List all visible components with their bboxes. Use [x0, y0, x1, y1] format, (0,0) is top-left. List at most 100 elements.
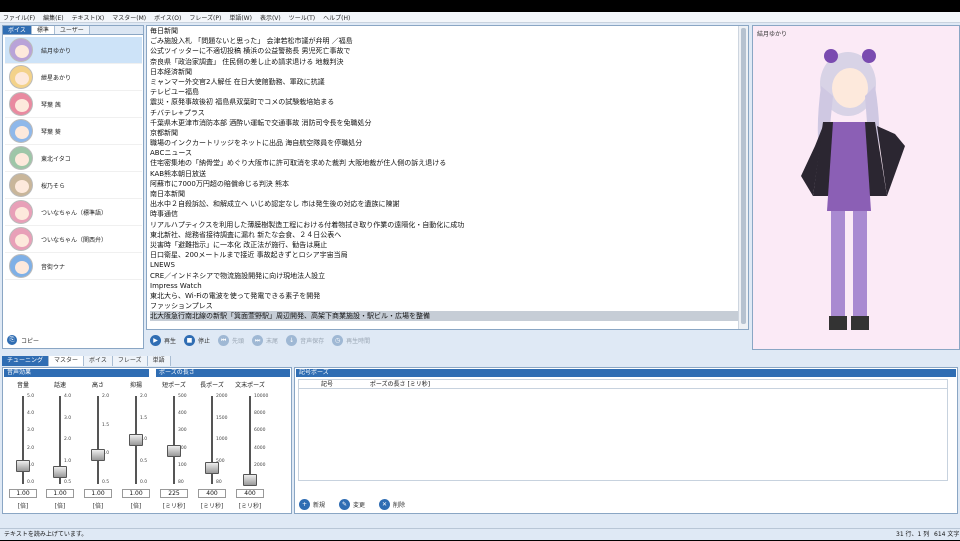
- slider-tick: 2000: [254, 462, 266, 468]
- character-item[interactable]: 東北イタコ: [5, 145, 142, 172]
- playback-toolbar: ▶ 再生 ■ 停止 ⏮ 先頭 ⏭ 末尾 ↓ 音声保存 ◷ 再生時間: [146, 331, 749, 349]
- slider-0[interactable]: 音量 5.0 4.0 3.0 2.0 1.0 0.0 1.00 [倍]: [5, 380, 41, 515]
- menu-item[interactable]: 単語(W): [229, 13, 252, 22]
- slider-knob[interactable]: [167, 444, 181, 457]
- tab-user[interactable]: ユーザー: [54, 26, 90, 34]
- slider-tick: 80: [216, 480, 222, 485]
- slider-knob[interactable]: [16, 460, 30, 473]
- slider-tick: 0.0: [27, 480, 35, 485]
- text-line: 公式ツイッターに不適切投稿 横浜の公益警務長 男児死亡事故で: [150, 47, 351, 56]
- slider-track[interactable]: [173, 396, 175, 484]
- slider-tick: 8000: [254, 411, 266, 417]
- col-pause-length: ポーズの長さ [ミリ秒]: [369, 381, 431, 388]
- slider-tick: 1.0: [64, 458, 72, 464]
- slider-value-input[interactable]: 1.00: [122, 489, 150, 498]
- menu-item[interactable]: ヘルプ(H): [323, 13, 350, 22]
- menu-item[interactable]: テキスト(X): [72, 13, 105, 22]
- voice-effect-header: 音声効果: [4, 369, 149, 377]
- slider-tick: 400: [178, 411, 187, 417]
- avatar: [9, 254, 33, 278]
- slider-knob[interactable]: [205, 462, 219, 475]
- slider-6[interactable]: 文末ポーズ1000080006000400020000400[ミリ秒]: [232, 380, 268, 515]
- go-start-button[interactable]: ⏮ 先頭: [218, 334, 244, 346]
- slider-label: 音量: [16, 382, 29, 389]
- character-item[interactable]: 琴葉 葵: [5, 118, 142, 145]
- slider-track[interactable]: [97, 396, 99, 484]
- character-item[interactable]: ついなちゃん（標準語）: [5, 199, 142, 226]
- save-audio-button[interactable]: ↓ 音声保存: [286, 334, 324, 346]
- editor-scrollbar[interactable]: [738, 26, 748, 329]
- text-line: 東北大ら、Wi-Fiの電波を使って発電できる素子を開発: [150, 291, 321, 300]
- slider-knob[interactable]: [53, 465, 67, 478]
- text-line: KAB熊本朝日放送: [150, 169, 207, 178]
- new-button[interactable]: + 新規: [299, 499, 325, 510]
- menu-item[interactable]: ボイス(O): [154, 13, 181, 22]
- text-line: 日本経済新聞: [150, 67, 192, 76]
- slider-tick: 2.0: [102, 394, 110, 399]
- delete-label: 削除: [393, 502, 406, 509]
- slider-tick: 80: [178, 480, 184, 485]
- slider-tick: 5.0: [27, 394, 35, 399]
- character-item[interactable]: 琴葉 茜: [5, 91, 142, 118]
- character-item[interactable]: 音街ウナ: [5, 253, 142, 280]
- slider-unit: [倍]: [130, 503, 142, 510]
- stop-label: 停止: [198, 337, 211, 345]
- stop-button[interactable]: ■ 停止: [184, 334, 211, 346]
- tuning-title: チューニング: [2, 356, 50, 366]
- menu-item[interactable]: ツール(T): [289, 13, 315, 22]
- slider-value-input[interactable]: 1.00: [84, 489, 112, 498]
- play-time-label: 再生時間: [346, 337, 371, 345]
- tuning-tabstrip: チューニング マスター ボイス フレーズ 単語: [2, 356, 171, 366]
- character-item[interactable]: 紲星あかり: [5, 64, 142, 91]
- go-end-button[interactable]: ⏭ 末尾: [252, 334, 278, 346]
- scrollbar-thumb[interactable]: [741, 28, 746, 324]
- character-item[interactable]: 桜乃そら: [5, 172, 142, 199]
- slider-tick: 300: [178, 428, 187, 434]
- menu-item[interactable]: マスター(M): [112, 13, 146, 22]
- slider-track[interactable]: [249, 396, 251, 484]
- text-line: テレビユー福島: [150, 88, 199, 97]
- tab-voice[interactable]: ボイス: [84, 356, 113, 366]
- slider-value-input[interactable]: 225: [160, 489, 188, 498]
- tab-standard[interactable]: 標準: [31, 26, 55, 34]
- symbol-pause-table[interactable]: 記号 ポーズの長さ [ミリ秒]: [298, 379, 948, 481]
- character-name-label: ついなちゃん（標準語）: [41, 209, 108, 217]
- menu-item[interactable]: 表示(V): [260, 13, 281, 22]
- tab-master[interactable]: マスター: [49, 356, 85, 366]
- save-icon: ↓: [286, 334, 298, 346]
- text-editor[interactable]: 毎日新聞 ごみ施設入札 「問題ないと思った」 会津若松市議が弁明 ／福島 公式ツイッ…: [146, 25, 749, 330]
- menu-bar: ファイル(F) 編集(E) テキスト(X) マスター(M) ボイス(O) フレーズ(P) 単…: [0, 12, 960, 23]
- slider-value-input[interactable]: 1.00: [46, 489, 74, 498]
- slider-value-input[interactable]: 400: [236, 489, 264, 498]
- copy-button[interactable]: ⎘ コピー: [7, 335, 39, 345]
- text-line: ごみ施設入札 「問題ないと思った」 会津若松市議が弁明 ／福島: [150, 37, 353, 46]
- menu-item[interactable]: 編集(E): [43, 13, 63, 22]
- play-time-button[interactable]: ◷ 再生時間: [332, 334, 371, 346]
- tab-phrase[interactable]: フレーズ: [112, 356, 148, 366]
- tab-word[interactable]: 単語: [147, 356, 171, 366]
- text-line: 奈良県「政治家調査」 住民側の差し止め請求退ける 地裁判決: [150, 57, 344, 66]
- menu-item[interactable]: フレーズ(P): [189, 13, 221, 22]
- edit-icon: ✎: [339, 499, 351, 510]
- text-line: 職場のインクカートリッジをネットに出品 海自航空隊員を停職処分: [150, 139, 363, 148]
- slider-knob[interactable]: [243, 474, 257, 487]
- character-item[interactable]: ついなちゃん（関西弁）: [5, 226, 142, 253]
- text-line: 時事通信: [150, 210, 178, 219]
- slider-4[interactable]: 短ポーズ 500 400 300 200 100 80 225 [ミリ秒]: [156, 380, 192, 515]
- play-button[interactable]: ▶ 再生: [150, 334, 176, 346]
- delete-button[interactable]: ✕ 削除: [379, 499, 405, 510]
- slider-value-input[interactable]: 1.00: [9, 489, 37, 498]
- menu-item[interactable]: ファイル(F): [3, 13, 35, 22]
- slider-knob[interactable]: [91, 448, 105, 461]
- character-item[interactable]: 結月ゆかり: [5, 37, 142, 64]
- slider-knob[interactable]: [129, 434, 143, 446]
- edit-label: 変更: [353, 502, 366, 509]
- edit-button[interactable]: ✎ 変更: [339, 499, 365, 510]
- slider-5[interactable]: 長ポーズ 2000 1500 1000 500 80 400 [ミリ秒]: [194, 380, 230, 515]
- slider-1[interactable]: 話速 4.0 3.0 2.0 1.0 0.5 1.00 [倍]: [42, 380, 78, 515]
- character-name-label: 琴葉 茜: [41, 101, 61, 109]
- slider-2[interactable]: 高さ 2.0 1.5 1.0 0.5 1.00 [倍]: [80, 380, 116, 515]
- slider-tick: 2000: [216, 394, 228, 399]
- slider-3[interactable]: 抑揚 2.0 1.5 1.0 0.5 0.0 1.00 [倍]: [118, 380, 154, 515]
- slider-value-input[interactable]: 400: [198, 489, 226, 498]
